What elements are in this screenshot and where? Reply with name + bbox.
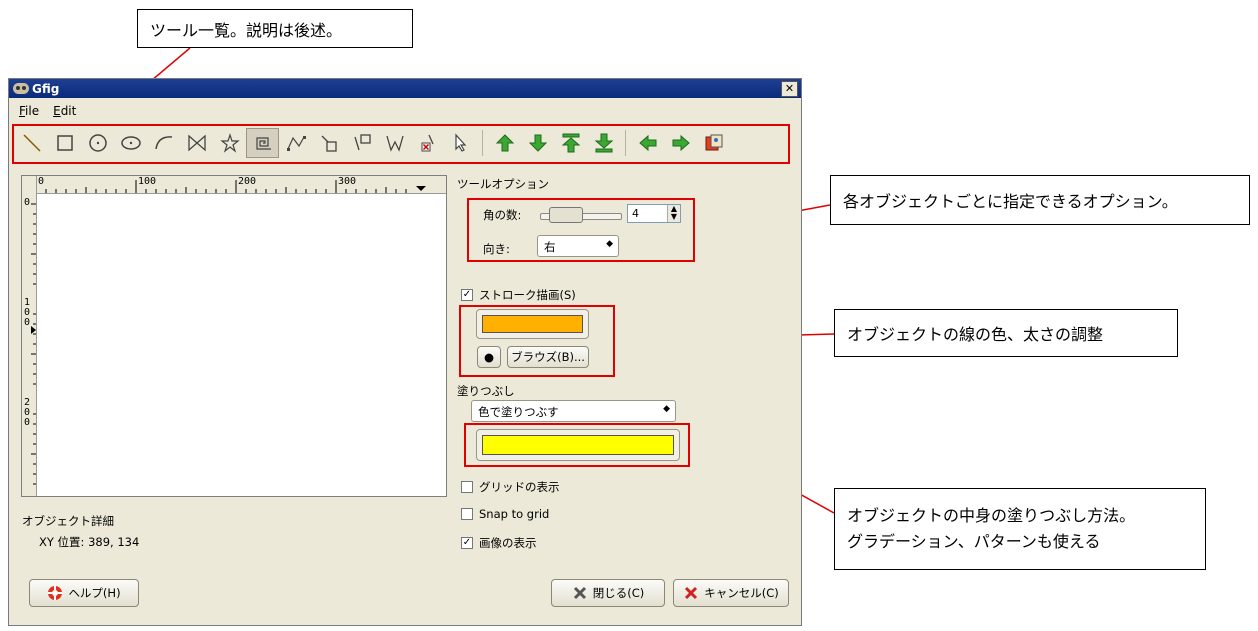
show-grid-label: グリッドの表示 (479, 480, 560, 494)
snap-to-grid-label: Snap to grid (479, 507, 550, 521)
ruler-label: 200 (24, 398, 30, 428)
lifebuoy-icon (48, 586, 63, 600)
help-button[interactable]: ヘルプ(H) (29, 579, 139, 607)
checkbox-checked-icon: ✓ (461, 537, 473, 549)
vertical-ruler-ticks (31, 203, 36, 485)
close-x-icon (573, 586, 586, 600)
ruler-label: 0 (38, 176, 45, 187)
xy-position: XY 位置: 389, 134 (39, 535, 140, 549)
stroke-checkbox-label: ストローク描画(S) (479, 288, 576, 302)
menu-edit[interactable]: Edit (53, 104, 76, 118)
stroke-highlight (459, 305, 615, 377)
menu-file[interactable]: File (19, 104, 39, 118)
tool-options-highlight (467, 198, 695, 262)
gimp-logo-icon (13, 83, 29, 94)
cancel-button[interactable]: キャンセル(C) (673, 579, 789, 607)
ruler-digit: 0 (24, 197, 31, 208)
checkbox-unchecked-icon (461, 481, 473, 493)
close-button-label: 閉じる(C) (592, 586, 645, 600)
ruler-digit: 0 (24, 317, 31, 328)
fill-mode-select[interactable]: 色で塗りつぶす ◆ (471, 400, 676, 422)
show-image-label: 画像の表示 (479, 536, 537, 550)
checkbox-unchecked-icon (461, 508, 473, 520)
cancel-button-label: キャンセル(C) (704, 586, 779, 600)
stroke-annotation: オブジェクトの線の色、太さの調整 (834, 309, 1178, 357)
stroke-checkbox[interactable]: ✓ ストローク描画(S) (461, 287, 576, 303)
fill-heading: 塗りつぶし (457, 384, 515, 398)
preview-area: 0 100 200 300 0 100 200 (21, 175, 447, 497)
ruler-digit: 0 (24, 417, 31, 428)
toolbar-annotation: ツール一覧。説明は後述。 (137, 9, 413, 48)
menu-bar: File Edit (19, 104, 76, 118)
fill-annotation: オブジェクトの中身の塗りつぶし方法。 グラデーション、パターンも使える (834, 488, 1206, 570)
close-window-button[interactable]: ✕ (781, 81, 798, 97)
ruler-label: 300 (338, 176, 357, 187)
horizontal-ruler: 0 100 200 300 (36, 176, 446, 194)
cancel-x-icon (685, 586, 698, 600)
fill-mode-value: 色で塗りつぶす (478, 405, 559, 419)
fill-annotation-line1: オブジェクトの中身の塗りつぶし方法。 (847, 506, 1136, 525)
vertical-ruler: 0 100 200 (22, 176, 37, 496)
fill-annotation-line2: グラデーション、パターンも使える (847, 532, 1101, 551)
ruler-label: 0 (24, 198, 30, 208)
snap-to-grid-checkbox[interactable]: Snap to grid (461, 507, 549, 521)
title-bar: Gfig ✕ (9, 79, 801, 98)
show-image-checkbox[interactable]: ✓ 画像の表示 (461, 535, 537, 551)
show-grid-checkbox[interactable]: グリッドの表示 (461, 479, 560, 495)
ruler-label: 200 (238, 176, 257, 187)
close-button[interactable]: 閉じる(C) (551, 579, 665, 607)
object-details-heading: オブジェクト詳細 (22, 514, 114, 528)
ruler-label: 100 (138, 176, 157, 187)
preview-canvas[interactable] (37, 194, 446, 496)
tool-options-annotation: 各オブジェクトごとに指定できるオプション。 (830, 175, 1250, 225)
updown-chevron-icon: ◆ (663, 404, 670, 414)
help-button-label: ヘルプ(H) (68, 586, 121, 600)
checkbox-checked-icon: ✓ (461, 289, 473, 301)
toolbar-highlight (12, 124, 790, 164)
tool-options-heading: ツールオプション (457, 177, 549, 191)
fill-highlight (464, 423, 690, 467)
ruler-label: 100 (24, 298, 30, 328)
window-title: Gfig (32, 81, 60, 96)
